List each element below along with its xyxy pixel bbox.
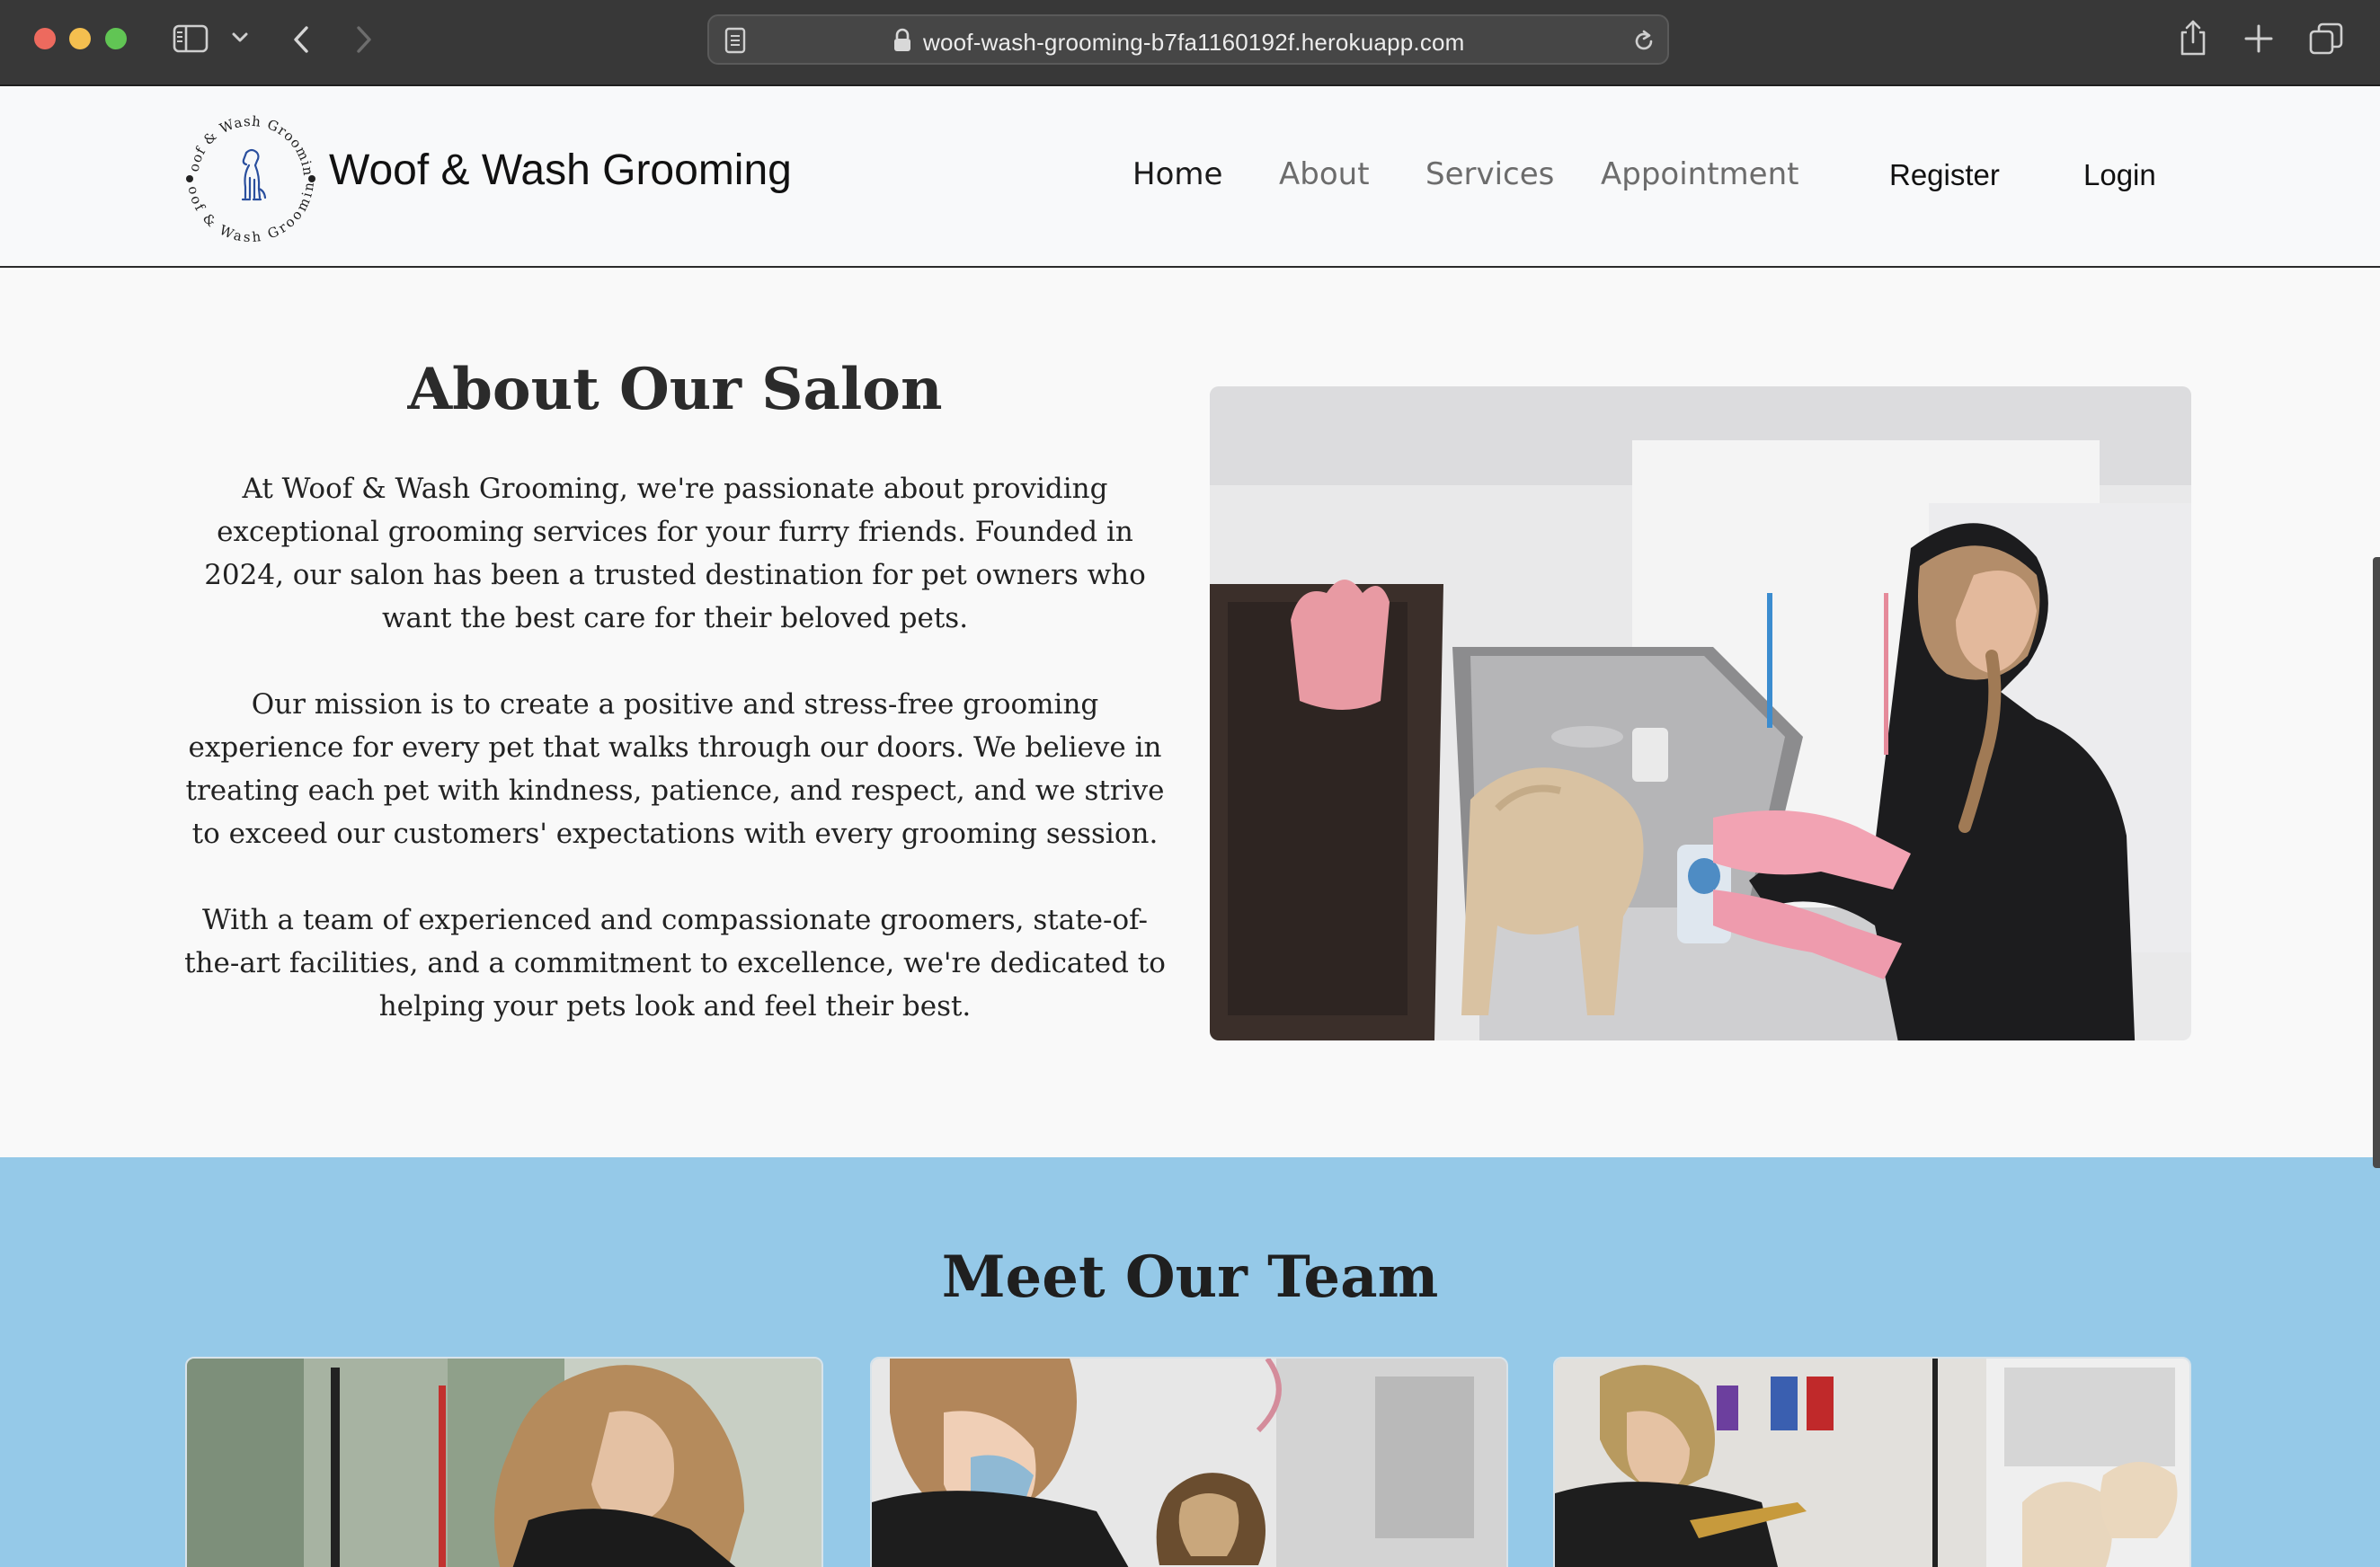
scrollbar[interactable] bbox=[2373, 557, 2380, 1168]
reader-view-icon[interactable] bbox=[724, 27, 747, 54]
minimize-window-button[interactable] bbox=[69, 28, 91, 49]
lock-icon bbox=[892, 28, 912, 53]
sidebar-toggle-icon[interactable] bbox=[173, 23, 209, 54]
about-section: About Our Salon At Woof & Wash Grooming,… bbox=[0, 270, 2380, 1157]
chevron-down-icon[interactable] bbox=[230, 29, 250, 47]
reload-icon[interactable] bbox=[1631, 28, 1656, 55]
back-arrow-icon[interactable] bbox=[288, 22, 315, 58]
login-link[interactable]: Login bbox=[2083, 158, 2156, 192]
register-link[interactable]: Register bbox=[1889, 158, 2000, 192]
zoom-window-button[interactable] bbox=[105, 28, 127, 49]
share-icon[interactable] bbox=[2177, 18, 2209, 58]
nav-about[interactable]: About bbox=[1279, 156, 1370, 192]
team-member-photo-2 bbox=[870, 1357, 1508, 1567]
close-window-button[interactable] bbox=[34, 28, 56, 49]
dog-icon bbox=[241, 148, 267, 201]
address-bar[interactable]: woof-wash-grooming-b7fa1160192f.herokuap… bbox=[707, 14, 1669, 65]
team-section: Meet Our Team bbox=[0, 1157, 2380, 1567]
about-paragraph-3: With a team of experienced and compassio… bbox=[184, 904, 1166, 1023]
brand-title[interactable]: Woof & Wash Grooming bbox=[329, 146, 792, 195]
forward-arrow-icon[interactable] bbox=[351, 22, 377, 58]
nav-home[interactable]: Home bbox=[1132, 156, 1222, 192]
site-navbar: Woof & Wash Grooming Woof & Wash Groomin… bbox=[0, 88, 2380, 268]
new-tab-icon[interactable] bbox=[2243, 23, 2274, 54]
url-text: woof-wash-grooming-b7fa1160192f.herokuap… bbox=[923, 29, 1465, 56]
browser-toolbar: woof-wash-grooming-b7fa1160192f.herokuap… bbox=[0, 0, 2380, 86]
about-paragraph-1: At Woof & Wash Grooming, we're passionat… bbox=[204, 473, 1146, 634]
team-member-photo-3 bbox=[1553, 1357, 2191, 1567]
nav-services[interactable]: Services bbox=[1425, 156, 1554, 192]
brand-logo[interactable]: Woof & Wash Grooming Woof & Wash Groomin… bbox=[171, 93, 324, 252]
about-paragraph-2: Our mission is to create a positive and … bbox=[185, 688, 1165, 850]
team-member-photo-1 bbox=[185, 1357, 823, 1567]
team-heading: Meet Our Team bbox=[941, 1244, 1439, 1311]
nav-appointment[interactable]: Appointment bbox=[1601, 156, 1798, 192]
about-heading: About Our Salon bbox=[407, 356, 943, 423]
tab-overview-icon[interactable] bbox=[2308, 22, 2344, 56]
groomer-washing-dog-photo bbox=[1210, 386, 2191, 1040]
